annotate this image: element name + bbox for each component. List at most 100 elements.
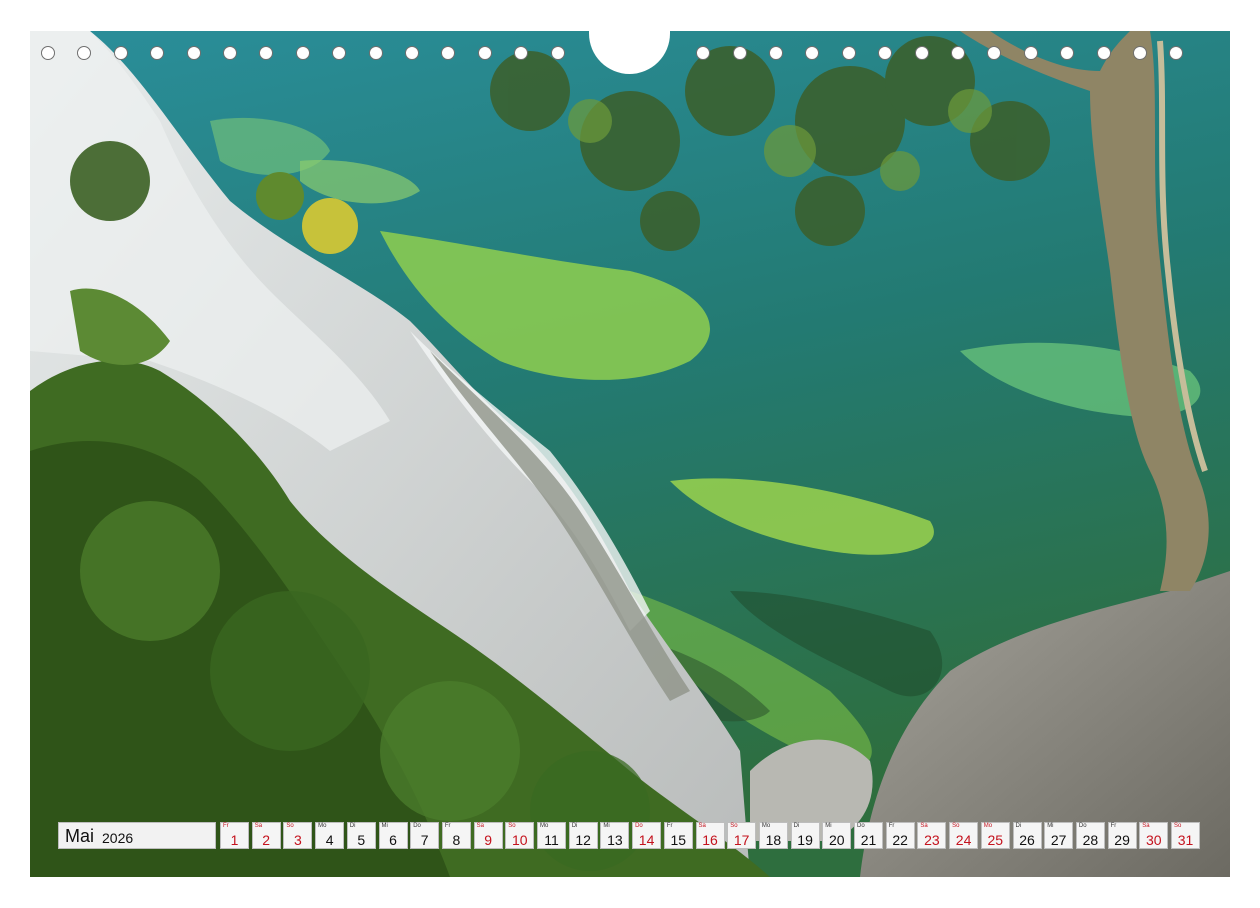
day-number: 19	[797, 832, 813, 848]
binding-hole	[914, 46, 929, 60]
weekday-label: Fr	[444, 823, 451, 829]
day-number: 31	[1177, 832, 1194, 848]
weekday-label: Do	[1078, 823, 1087, 829]
month-label-box: Mai 2026	[58, 822, 216, 849]
day-number: 20	[829, 832, 845, 848]
day-cell: Fr 8	[441, 822, 471, 849]
day-cell: Mo 25	[980, 822, 1010, 849]
day-cell: Sa 30	[1139, 822, 1169, 849]
weekday-label: Di	[571, 823, 578, 829]
binding-hole	[1023, 46, 1038, 60]
weekday-label: Mi	[381, 823, 388, 829]
binding-hole	[77, 46, 92, 60]
day-cell: Mo 11	[537, 822, 566, 849]
weekday-label: So	[1174, 823, 1182, 829]
landscape-illustration	[30, 31, 1230, 877]
day-number: 4	[325, 832, 334, 848]
weekday-label: Di	[1015, 823, 1022, 829]
binding-hole	[1060, 46, 1075, 60]
day-cell: Fr 15	[663, 822, 693, 849]
day-cell: Mi 27	[1044, 822, 1074, 849]
weekday-label: Mo	[983, 823, 993, 829]
day-cell: Mi 13	[600, 822, 630, 849]
day-cell: So 10	[505, 822, 535, 849]
weekday-label: So	[952, 823, 960, 829]
binding-hole	[732, 46, 747, 60]
binding-hole	[769, 46, 783, 60]
binding-hole	[550, 46, 565, 60]
weekday-label: Mi	[603, 823, 610, 829]
binding-hole	[987, 46, 1002, 60]
day-number: 24	[955, 832, 972, 848]
day-number: 12	[575, 832, 591, 848]
binding-hole	[696, 46, 711, 60]
day-number: 27	[1050, 832, 1067, 848]
day-cell: So 3	[283, 822, 313, 849]
binding-hole	[477, 46, 492, 60]
binding-hole	[259, 46, 274, 60]
binding-hole	[514, 46, 529, 60]
binding-hole	[295, 46, 310, 60]
day-cell: Mo 18	[758, 822, 788, 849]
weekday-label: Sa	[920, 823, 928, 829]
weekday-label: Fr	[1110, 823, 1117, 829]
day-cell: Di 5	[346, 822, 376, 849]
day-number: 22	[892, 832, 908, 848]
weekday-label: Do	[857, 823, 865, 829]
binding-hole	[441, 46, 456, 60]
day-cell: Di 26	[1012, 822, 1042, 849]
weekday-label: Di	[793, 823, 800, 829]
day-number: 1	[230, 832, 239, 848]
day-cell: Di 12	[568, 822, 598, 849]
weekday-label: Sa	[1142, 823, 1150, 829]
weekday-label: So	[508, 823, 516, 829]
weekday-label: Fr	[666, 823, 673, 829]
day-number: 6	[389, 832, 397, 848]
day-cell: Fr 1	[220, 822, 249, 849]
day-number: 14	[638, 832, 655, 848]
day-cell: Di 19	[790, 822, 820, 849]
day-cell: Fr 29	[1107, 822, 1137, 849]
day-cell: Mi 20	[822, 822, 852, 849]
day-cell: Sa 2	[251, 822, 281, 849]
weekday-label: Sa	[254, 823, 263, 829]
day-number: 29	[1114, 832, 1130, 848]
day-number: 30	[1146, 832, 1162, 848]
day-cell: Do 14	[632, 822, 662, 849]
day-cell: So 24	[949, 822, 979, 849]
calendar-strip: Mai 2026 Fr 1 Sa 2 So 3 Mo 4 Di 5 Mi 6 Do 7 Fr 8 Sa 9 So 10…	[58, 822, 1203, 850]
weekday-label: Mo	[761, 823, 771, 829]
weekday-label: Mo	[318, 823, 327, 829]
day-cell: Sa 16	[695, 822, 725, 849]
day-number: 10	[512, 832, 528, 848]
weekday-label: Mi	[1047, 823, 1054, 829]
weekday-label: Di	[349, 823, 356, 829]
day-number: 23	[924, 832, 940, 848]
month-year: 2026	[102, 830, 134, 846]
weekday-label: Fr	[888, 823, 895, 829]
binding-hole	[951, 46, 965, 60]
day-number: 5	[357, 832, 366, 848]
weekday-label: Do	[635, 823, 643, 829]
weekday-label: So	[730, 823, 738, 829]
binding-hole	[405, 46, 419, 60]
day-number: 18	[765, 832, 782, 848]
binding-hole	[113, 46, 128, 60]
binding-hole	[1133, 46, 1147, 60]
day-number: 3	[293, 832, 302, 848]
binding-hole	[186, 46, 201, 60]
weekday-label: Do	[413, 823, 421, 829]
weekday-label: Fr	[223, 823, 229, 829]
day-cell: Fr 22	[885, 822, 915, 849]
day-number: 26	[1019, 832, 1035, 848]
binding-hole	[805, 46, 820, 60]
day-number: 17	[733, 832, 750, 848]
binding-hole	[223, 46, 237, 60]
month-name: Mai	[65, 826, 95, 846]
binding-hole	[332, 46, 347, 60]
weekday-label: Sa	[698, 823, 706, 829]
day-number: 28	[1082, 832, 1099, 848]
binding-hole	[1096, 46, 1111, 60]
day-number: 13	[607, 832, 623, 848]
day-number: 15	[670, 832, 687, 848]
